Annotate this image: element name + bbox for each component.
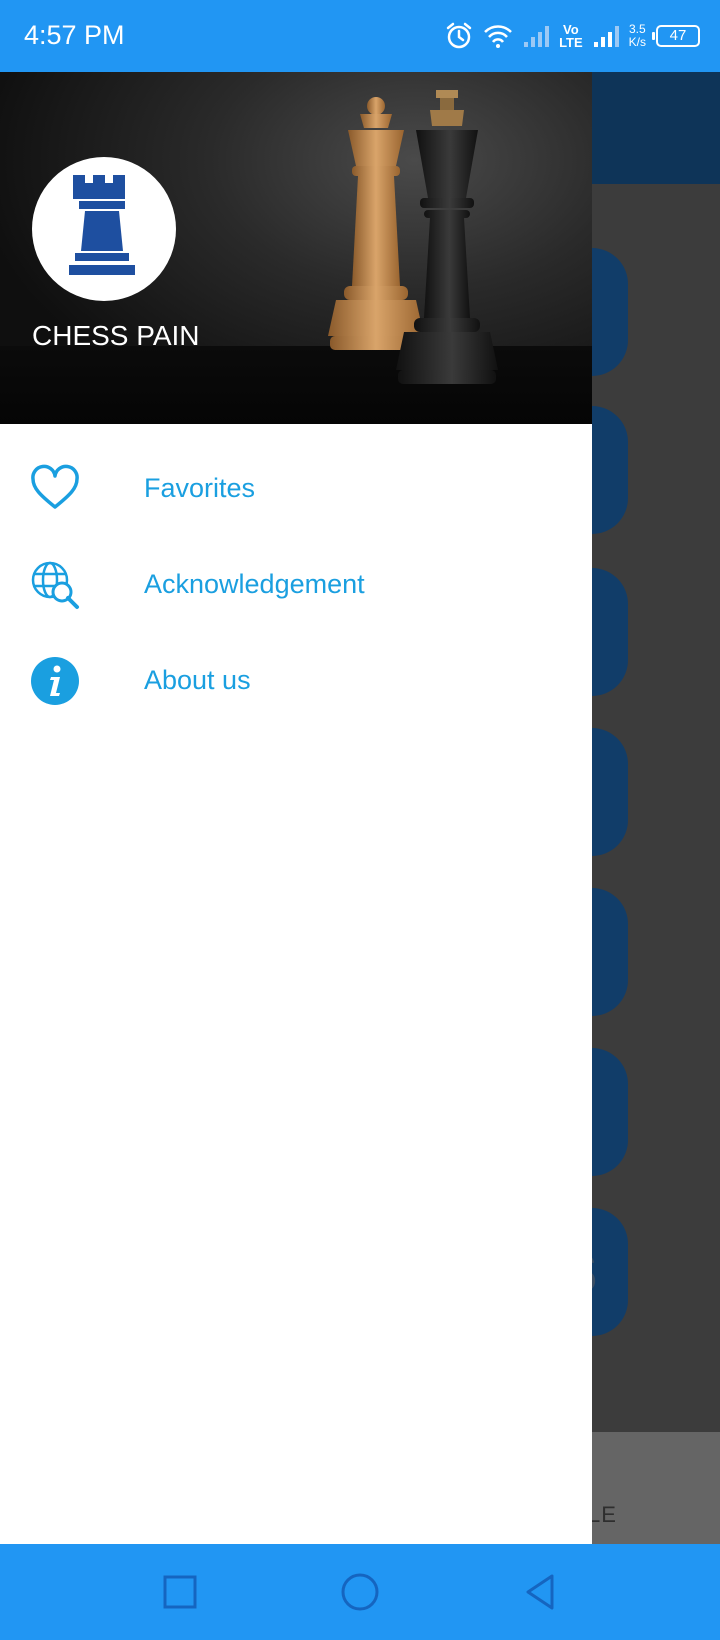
home-button[interactable] (338, 1570, 382, 1614)
app-name: CHESS PAIN (32, 320, 200, 351)
app-logo (32, 157, 176, 301)
menu-item-label: Favorites (144, 473, 256, 503)
heart-icon (30, 464, 80, 514)
status-bar: 4:57 PM Vo LTE 3.5 K/s 47 (0, 0, 720, 72)
drawer-header: CHESS PAIN (0, 72, 592, 424)
volte-icon: Vo LTE (559, 22, 583, 50)
battery-icon: 47 (652, 25, 700, 47)
wifi-icon (483, 23, 513, 49)
recents-button[interactable] (158, 1570, 202, 1614)
drawer-menu: Favorites Acknowledgement About us (0, 424, 592, 728)
net-speed: 3.5 K/s (628, 22, 646, 49)
signal-icon (593, 24, 619, 48)
system-nav-bar (0, 1544, 720, 1640)
status-icons: Vo LTE 3.5 K/s 47 (445, 18, 700, 54)
menu-item-about-us[interactable]: About us (0, 632, 592, 728)
alarm-icon (445, 22, 473, 50)
globe-search-icon (30, 560, 80, 610)
menu-item-favorites[interactable]: Favorites (0, 440, 592, 536)
menu-item-label: Acknowledgement (144, 569, 365, 599)
chess-pieces-image (328, 90, 498, 384)
navigation-drawer: CHESS PAIN Favorites Acknowledgement Abo… (0, 72, 592, 1544)
rook-icon (69, 174, 139, 284)
menu-item-label: About us (144, 665, 251, 695)
menu-item-acknowledgement[interactable]: Acknowledgement (0, 536, 592, 632)
signal-icon (523, 24, 550, 48)
back-button[interactable] (518, 1570, 562, 1614)
info-icon (30, 656, 80, 706)
status-time: 4:57 PM (24, 20, 125, 50)
